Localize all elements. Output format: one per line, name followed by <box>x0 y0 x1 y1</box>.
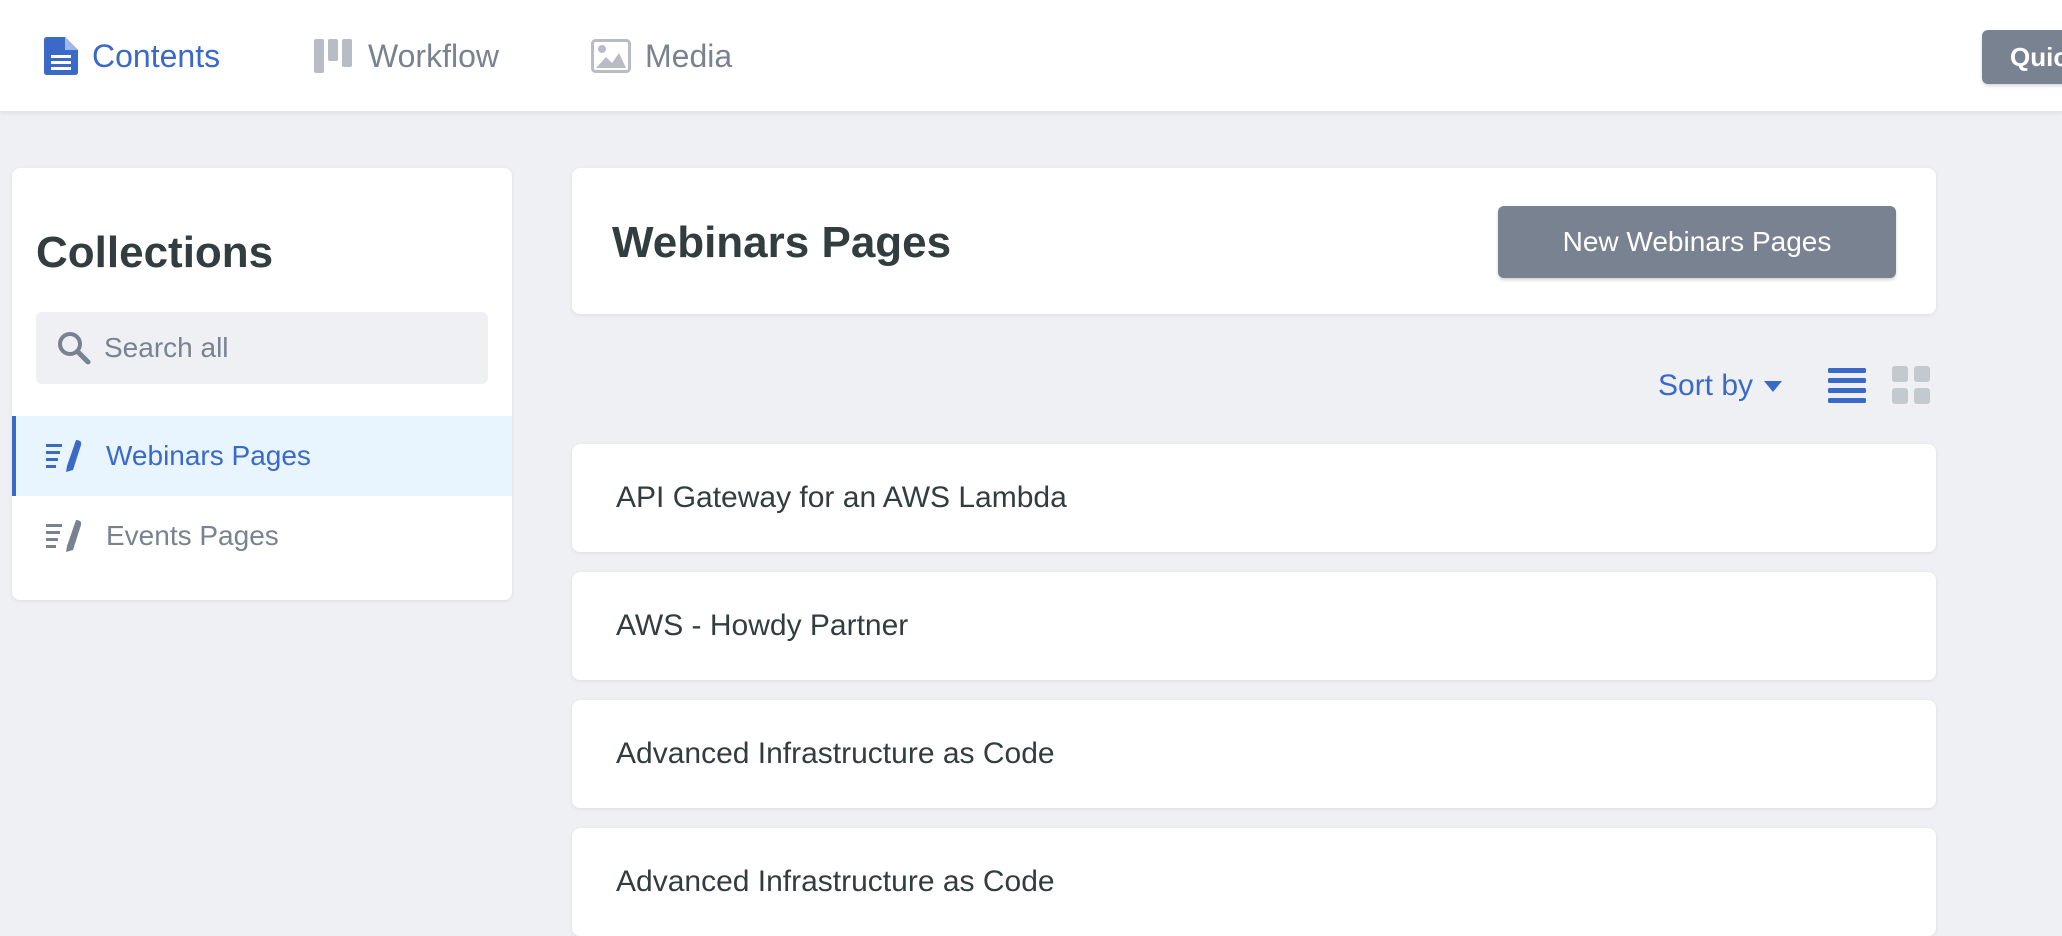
document-icon <box>44 37 78 75</box>
write-icon <box>46 439 84 473</box>
sidebar-item-events-pages[interactable]: Events Pages <box>12 496 512 576</box>
list-icon <box>1828 368 1866 403</box>
tab-workflow[interactable]: Workflow <box>314 0 499 112</box>
sidebar-title: Collections <box>36 228 274 277</box>
sidebar-item-label: Webinars Pages <box>106 440 311 471</box>
collection-header: Webinars Pages New Webinars Pages <box>572 168 1936 314</box>
search-input[interactable] <box>102 331 462 365</box>
caret-down-icon <box>1763 379 1783 393</box>
collections-sidebar: Collections Webinars Pages <box>12 168 512 600</box>
entry-card[interactable]: Advanced Infrastructure as Code <box>572 700 1936 808</box>
grid-icon <box>1892 366 1930 404</box>
entry-card[interactable]: API Gateway for an AWS Lambda <box>572 444 1936 552</box>
quick-add-button[interactable]: Quic <box>1982 30 2062 84</box>
kanban-icon <box>314 39 354 73</box>
tab-workflow-label: Workflow <box>368 37 499 74</box>
top-navigation-bar: Contents Workflow Media Quic <box>0 0 2062 112</box>
page-title: Webinars Pages <box>612 218 952 267</box>
sidebar-item-webinars-pages[interactable]: Webinars Pages <box>12 416 512 496</box>
tab-contents-label: Contents <box>92 37 221 74</box>
search-icon <box>56 330 92 366</box>
grid-view-button[interactable] <box>1892 366 1932 411</box>
tab-media[interactable]: Media <box>591 0 732 112</box>
new-entry-button[interactable]: New Webinars Pages <box>1498 206 1896 278</box>
search-box <box>36 312 488 384</box>
list-view-button[interactable] <box>1828 366 1866 411</box>
write-icon <box>46 519 84 553</box>
sort-by-dropdown[interactable]: Sort by <box>1658 366 1783 406</box>
entry-card[interactable]: AWS - Howdy Partner <box>572 572 1936 680</box>
sidebar-item-label: Events Pages <box>106 520 279 551</box>
tab-contents[interactable]: Contents <box>44 0 220 112</box>
tab-media-label: Media <box>645 37 733 74</box>
entry-card[interactable]: Advanced Infrastructure as Code <box>572 828 1936 936</box>
sort-by-label: Sort by <box>1658 369 1754 402</box>
image-icon <box>591 39 631 73</box>
